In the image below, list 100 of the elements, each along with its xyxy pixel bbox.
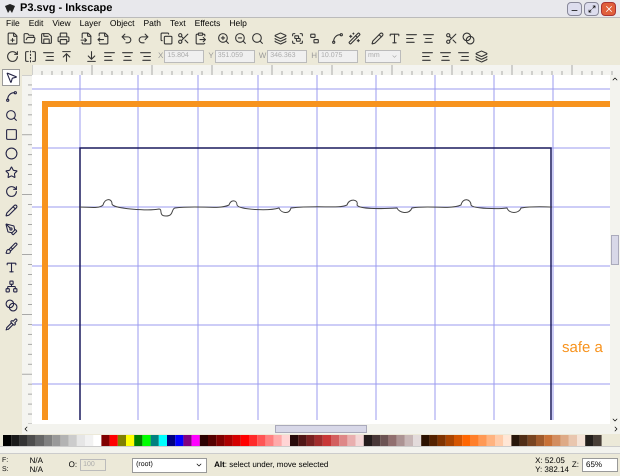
minimize-button[interactable] <box>567 2 582 16</box>
rect-tool-icon <box>4 128 18 141</box>
menu-item[interactable]: Object <box>110 17 134 30</box>
zoom-field[interactable]: 65% <box>582 458 618 472</box>
star-tool-icon <box>4 166 18 179</box>
canvas-text: safe a <box>562 338 603 358</box>
toolbar-icon <box>331 32 344 44</box>
palette-scrollbar[interactable] <box>0 446 620 454</box>
select-tool-icon <box>4 71 18 84</box>
toolbar-button[interactable] <box>473 48 490 64</box>
scroll-right-icon[interactable] <box>612 425 620 433</box>
menu-item[interactable]: Effects <box>194 17 220 30</box>
window-title: P3.svg - Inkscape <box>20 1 112 16</box>
toolbar-icon <box>234 32 247 44</box>
toolbar-button[interactable] <box>460 30 477 46</box>
scroll-left-icon[interactable] <box>22 425 30 433</box>
scroll-down-icon[interactable] <box>611 416 619 424</box>
toolbar-icon <box>217 32 230 44</box>
toolbar-button[interactable] <box>55 30 72 46</box>
toolbar-button[interactable] <box>346 30 363 46</box>
toolbar-icon <box>85 50 98 62</box>
toolbar-icon <box>6 50 19 62</box>
toolbar-button[interactable] <box>158 30 175 46</box>
toolbar-icon <box>251 32 264 44</box>
toolbar-icon <box>139 50 152 62</box>
select-tool-button[interactable] <box>2 69 20 86</box>
field-label: H <box>311 50 318 62</box>
caret-icon <box>391 52 398 60</box>
toolbar-icon <box>462 32 475 44</box>
menu-item[interactable]: Path <box>143 17 161 30</box>
connector-tool-icon <box>4 280 18 293</box>
maximize-button[interactable] <box>584 2 599 16</box>
toolbar-icon <box>422 32 435 44</box>
toolbar-icon <box>445 32 458 44</box>
cursor-y: Y: 382.14 <box>535 465 569 474</box>
toolbar-icon <box>177 32 190 44</box>
toolbar-icon <box>405 32 418 44</box>
toolbar-icon <box>160 32 173 44</box>
toolbar-button[interactable] <box>38 30 55 46</box>
toolbar-button[interactable] <box>272 30 289 46</box>
scrollbar-thumb[interactable] <box>275 425 367 433</box>
toolbar-icon <box>308 32 321 44</box>
ellipse-tool-icon <box>4 147 18 160</box>
close-button[interactable] <box>601 2 616 16</box>
toolbar-icon <box>371 32 384 44</box>
status-message: Alt: select under, move selected <box>214 459 328 471</box>
toolbar-icon <box>121 50 134 62</box>
close-icon <box>604 4 614 14</box>
field-label: W <box>258 50 266 62</box>
toolbar-icon <box>97 32 110 44</box>
toolbar-icon <box>60 50 73 62</box>
toolbar-icon <box>57 32 70 44</box>
app-logo-icon <box>4 4 16 14</box>
toolbar-icon <box>194 32 207 44</box>
toolbar-icon <box>103 50 116 62</box>
text-tool-icon <box>4 261 18 274</box>
toolbar-button[interactable] <box>329 30 346 46</box>
field-label: X <box>158 50 164 62</box>
toolbar-icon <box>274 32 287 44</box>
toolbar-button[interactable] <box>21 30 38 46</box>
toolbar-button[interactable] <box>369 30 386 46</box>
toolbar-icon <box>475 50 488 62</box>
toolbar-button[interactable] <box>249 30 266 46</box>
menu-item[interactable]: Help <box>229 17 247 30</box>
opacity-label: O: <box>68 459 78 471</box>
toolbar-icon <box>457 50 470 62</box>
toolbar-icon <box>137 32 150 44</box>
fill-value: N/A <box>30 456 44 465</box>
scroll-up-icon[interactable] <box>611 75 619 83</box>
zoom-tool-icon <box>4 109 18 122</box>
maximize-icon <box>588 4 596 12</box>
stroke-value: N/A <box>30 465 44 474</box>
node-tool-icon <box>4 90 18 103</box>
calligraphy-tool-icon <box>4 242 18 255</box>
pen-tool-icon <box>4 223 18 236</box>
toolbar-icon <box>80 32 93 44</box>
toolbar-icon <box>388 32 401 44</box>
toolbar-icon <box>421 50 434 62</box>
menu-item[interactable]: Layer <box>80 17 101 30</box>
pencil-tool-icon <box>4 204 18 217</box>
field-label: Y <box>208 50 214 62</box>
toolbar-icon <box>439 50 452 62</box>
menu-item[interactable]: View <box>52 17 71 30</box>
horizontal-scrollbar[interactable] <box>22 424 620 434</box>
caret-icon <box>195 461 204 469</box>
toolbar-button[interactable] <box>289 30 306 46</box>
toolbar-button[interactable] <box>232 30 249 46</box>
toolbar-icon <box>24 50 37 62</box>
scrollbar-thumb[interactable] <box>611 234 619 264</box>
toolbar-button[interactable] <box>4 48 21 64</box>
menu-item[interactable]: File <box>6 17 20 30</box>
toolbar-button[interactable] <box>215 30 232 46</box>
menu-item[interactable]: Edit <box>28 17 44 30</box>
toolbar-icon <box>348 32 361 44</box>
toolbar-icon <box>291 32 304 44</box>
menu-item[interactable]: Text <box>170 17 186 30</box>
dropper-tool-icon <box>4 318 18 331</box>
toolbar-icon <box>42 50 55 62</box>
zoom-label: Z: <box>572 459 579 471</box>
toolbar-button[interactable] <box>22 48 39 64</box>
